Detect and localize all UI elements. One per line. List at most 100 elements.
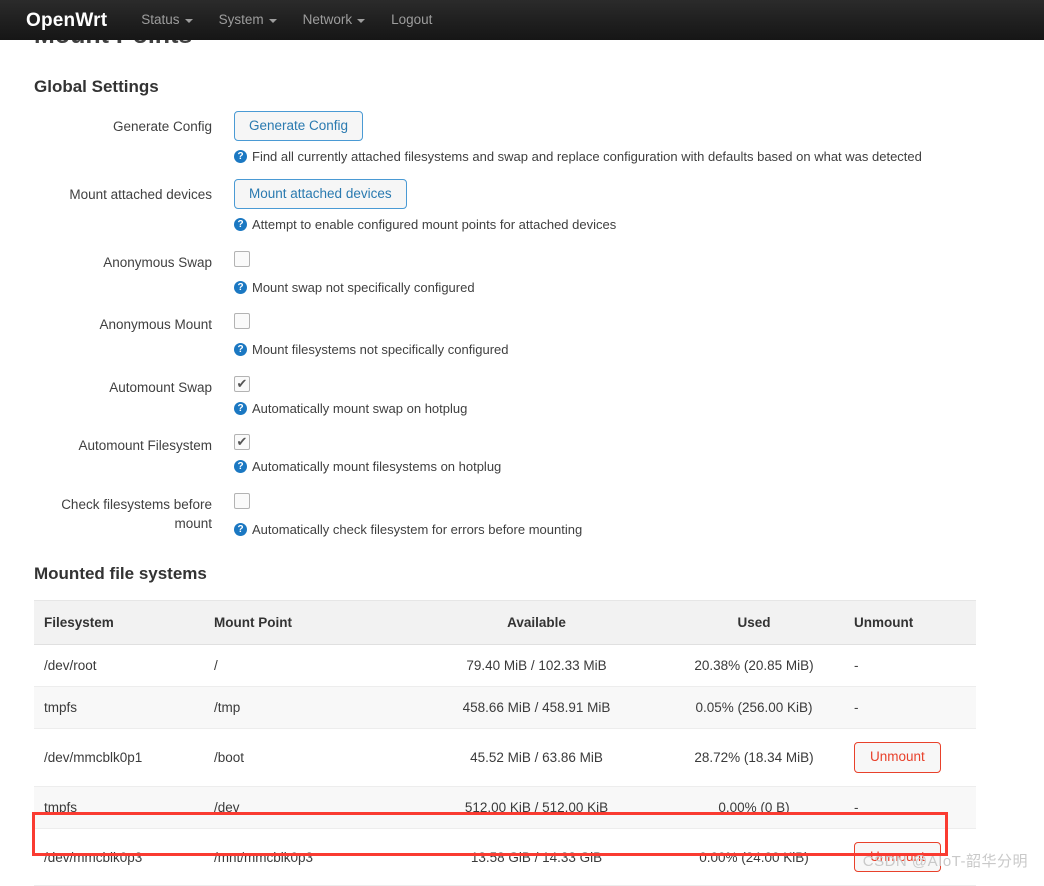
- form-row-field: ✔? Mount filesystems not specifically con…: [234, 309, 1010, 359]
- unmount-button[interactable]: Unmount: [854, 742, 941, 773]
- form-row: Anonymous Mount✔? Mount filesystems not s…: [34, 309, 1010, 359]
- table-head: FilesystemMount PointAvailableUsedUnmoun…: [34, 601, 976, 645]
- nav-item-system[interactable]: System: [219, 13, 277, 27]
- help-icon[interactable]: ?: [234, 460, 247, 473]
- global-settings-form: Generate ConfigGenerate Config? Find all …: [34, 111, 1010, 539]
- form-row-field: Generate Config? Find all currently attac…: [234, 111, 1010, 166]
- checkbox-check-filesystems-before-mount[interactable]: ✔: [234, 493, 250, 509]
- cell-mount-point: /dev: [204, 786, 409, 828]
- help-icon[interactable]: ?: [234, 523, 247, 536]
- form-row-label: Generate Config: [34, 111, 234, 137]
- table-header-row: FilesystemMount PointAvailableUsedUnmoun…: [34, 601, 976, 645]
- form-row-label: Anonymous Mount: [34, 309, 234, 335]
- form-row-hint: ? Automatically mount swap on hotplug: [234, 400, 1010, 418]
- form-row: Anonymous Swap✔?Mount swap not specifica…: [34, 247, 1010, 297]
- form-row: Check filesystems before mount✔? Automati…: [34, 489, 1010, 539]
- form-row-hint: ? Mount swap not specifically configured: [234, 279, 1010, 297]
- table-row: /dev/root/79.40 MiB / 102.33 MiB20.38% (…: [34, 645, 976, 687]
- cell-used: 0.00% (0 B): [664, 786, 844, 828]
- form-row-hint: ?Automatically mount filesystems on hotp…: [234, 458, 1010, 476]
- form-row-label: Check filesystems before mount: [34, 489, 234, 534]
- cell-used: 0.00% (24.00 KiB): [664, 828, 844, 886]
- nav-item-network[interactable]: Network: [303, 13, 366, 27]
- cell-mount-point: /tmp: [204, 687, 409, 729]
- column-header-used: Used: [664, 601, 844, 645]
- form-row-hint: ? Find all currently attached filesystems…: [234, 148, 1010, 166]
- mount-attached-devices-button[interactable]: Mount attached devices: [234, 179, 407, 210]
- cell-filesystem: /dev/mmcblk0p3: [34, 828, 204, 886]
- form-row-hint: ? Attempt to enable configured mount poin…: [234, 216, 1010, 234]
- hint-text: Mount swap not specifically configured: [252, 279, 475, 297]
- mounted-filesystems-heading: Mounted file systems: [34, 564, 1010, 584]
- cell-filesystem: tmpfs: [34, 687, 204, 729]
- form-row-field: ✔? Automatically mount swap on hotplug: [234, 372, 1010, 418]
- column-header-filesystem: Filesystem: [34, 601, 204, 645]
- nav-menu: Status System Network Logout: [141, 13, 458, 27]
- form-row-hint: ? Mount filesystems not specifically conf…: [234, 341, 1010, 359]
- column-header-unmount: Unmount: [844, 601, 976, 645]
- cell-used: 28.72% (18.34 MiB): [664, 729, 844, 787]
- form-row: Automount Swap✔?Automatically mount swap…: [34, 372, 1010, 418]
- checkbox-automount-swap[interactable]: ✔: [234, 376, 250, 392]
- column-header-available: Available: [409, 601, 664, 645]
- cell-used: 20.38% (20.85 MiB): [664, 645, 844, 687]
- cell-available: 45.52 MiB / 63.86 MiB: [409, 729, 664, 787]
- nav-item-label: System: [219, 13, 264, 27]
- form-row: Generate ConfigGenerate Config? Find all …: [34, 111, 1010, 166]
- cell-used: 0.05% (256.00 KiB): [664, 687, 844, 729]
- top-navbar: OpenWrt Status System Network Logout: [0, 0, 1044, 40]
- nav-item-status[interactable]: Status: [141, 13, 192, 27]
- cell-available: 458.66 MiB / 458.91 MiB: [409, 687, 664, 729]
- cell-unmount: -: [844, 687, 976, 729]
- check-icon: ✔: [237, 377, 248, 390]
- cell-unmount: -: [844, 645, 976, 687]
- openwrt-logo[interactable]: OpenWrt: [26, 11, 107, 30]
- nav-item-logout[interactable]: Logout: [391, 13, 432, 27]
- help-icon[interactable]: ?: [234, 343, 247, 356]
- checkbox-automount-filesystem[interactable]: ✔: [234, 434, 250, 450]
- generate-config-button[interactable]: Generate Config: [234, 111, 363, 142]
- cell-available: 79.40 MiB / 102.33 MiB: [409, 645, 664, 687]
- page-content: Mount Points Global Settings Generate Co…: [0, 0, 1044, 886]
- form-row-field: ✔? Automatically check filesystem for err…: [234, 489, 1010, 539]
- help-icon[interactable]: ?: [234, 402, 247, 415]
- help-icon[interactable]: ?: [234, 281, 247, 294]
- hint-text: Mount filesystems not specifically confi…: [252, 341, 509, 359]
- form-row-hint: ? Automatically check filesystem for erro…: [234, 521, 1010, 539]
- hint-text: Attempt to enable configured mount point…: [252, 216, 616, 234]
- form-row-field: ✔ ?Automatically mount filesystems on hot…: [234, 430, 1010, 476]
- form-row-label: Mount attached devices: [34, 179, 234, 205]
- cell-unmount: Unmount: [844, 729, 976, 787]
- mounted-filesystems-table-wrap: FilesystemMount PointAvailableUsedUnmoun…: [34, 600, 1010, 886]
- cell-mount-point: /boot: [204, 729, 409, 787]
- table-row: tmpfs/dev512.00 KiB / 512.00 KiB0.00% (0…: [34, 786, 976, 828]
- table-body: /dev/root/79.40 MiB / 102.33 MiB20.38% (…: [34, 645, 976, 886]
- hint-text: Find all currently attached filesystems …: [252, 148, 922, 166]
- hint-text: Automatically mount swap on hotplug: [252, 400, 467, 418]
- form-row: Mount attached devicesMount attached dev…: [34, 179, 1010, 234]
- hint-text: Automatically check filesystem for error…: [252, 521, 582, 539]
- form-row-field: Mount attached devices? Attempt to enable…: [234, 179, 1010, 234]
- table-row: tmpfs/tmp458.66 MiB / 458.91 MiB0.05% (2…: [34, 687, 976, 729]
- cell-available: 13.58 GiB / 14.33 GiB: [409, 828, 664, 886]
- cell-mount-point: /: [204, 645, 409, 687]
- checkbox-anonymous-mount[interactable]: ✔: [234, 313, 250, 329]
- chevron-down-icon: [185, 19, 193, 23]
- form-row-label: Automount Filesystem: [34, 430, 234, 456]
- help-icon[interactable]: ?: [234, 150, 247, 163]
- unmount-placeholder: -: [854, 800, 859, 815]
- mounted-filesystems-table: FilesystemMount PointAvailableUsedUnmoun…: [34, 600, 976, 886]
- form-row: Automount Filesystem✔ ?Automatically moun…: [34, 430, 1010, 476]
- cell-available: 512.00 KiB / 512.00 KiB: [409, 786, 664, 828]
- help-icon[interactable]: ?: [234, 218, 247, 231]
- nav-item-label: Logout: [391, 13, 432, 27]
- unmount-placeholder: -: [854, 700, 859, 715]
- chevron-down-icon: [357, 19, 365, 23]
- table-row: /dev/mmcblk0p1/boot45.52 MiB / 63.86 MiB…: [34, 729, 976, 787]
- cell-unmount: -: [844, 786, 976, 828]
- watermark-text: CSDN @AIoT-韶华分明: [863, 850, 1028, 871]
- table-row: /dev/mmcblk0p3/mnt/mmcblk0p313.58 GiB / …: [34, 828, 976, 886]
- checkbox-anonymous-swap[interactable]: ✔: [234, 251, 250, 267]
- cell-filesystem: /dev/root: [34, 645, 204, 687]
- check-icon: ✔: [237, 435, 248, 448]
